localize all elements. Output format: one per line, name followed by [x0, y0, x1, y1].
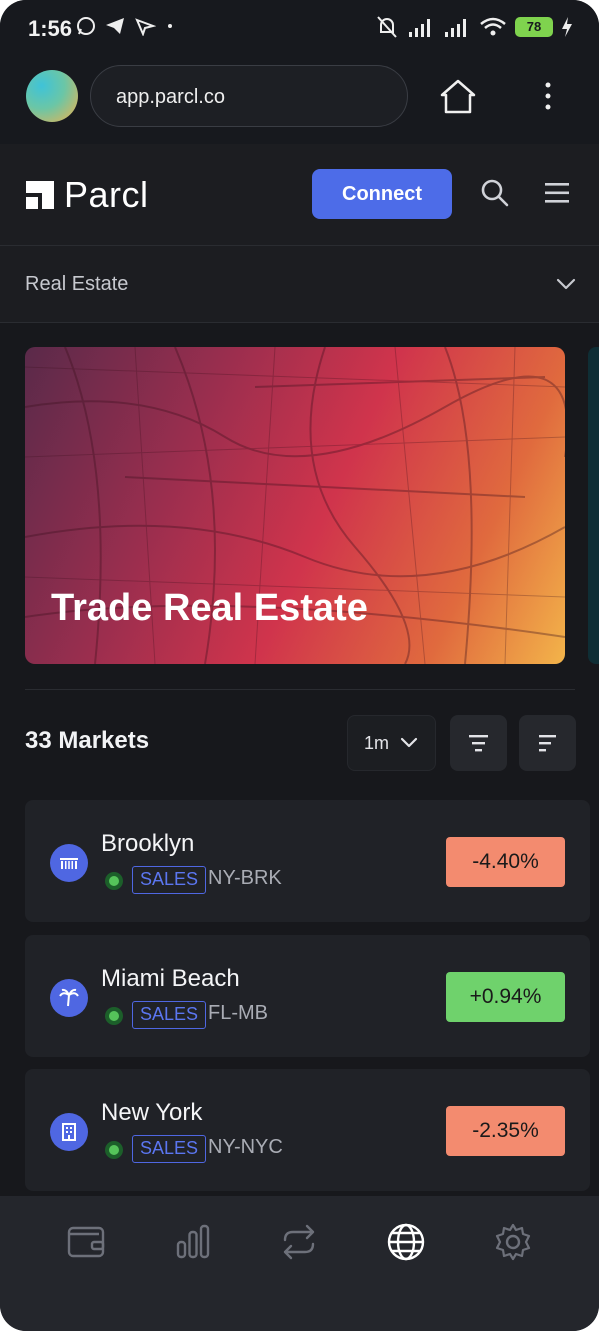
market-code: NY-BRK — [208, 867, 282, 889]
period-label: 1m — [364, 733, 390, 753]
market-type-badge: SALES — [132, 1001, 207, 1029]
url-bar[interactable]: app.parcl.co — [90, 65, 408, 127]
wifi-icon — [480, 17, 506, 36]
status-dot — [105, 1007, 123, 1025]
filter-icon — [469, 735, 488, 752]
market-card[interactable]: Brooklyn SALES NY-BRK -4.40% — [25, 800, 590, 922]
sort-button[interactable] — [519, 715, 576, 771]
mute-icon — [377, 16, 397, 38]
sort-icon — [539, 735, 556, 752]
banner-title: Trade Real Estate — [51, 587, 368, 629]
settings-icon[interactable] — [493, 1222, 533, 1262]
price-change: -4.40% — [446, 837, 565, 887]
market-type-badge: SALES — [132, 1135, 207, 1163]
chevron-down-icon — [556, 278, 576, 290]
hamburger-icon[interactable] — [543, 180, 571, 206]
status-time: 1:56 — [28, 16, 73, 41]
markets-count: 33 Markets — [25, 727, 150, 754]
kebab-icon[interactable] — [536, 80, 560, 112]
logo-text: Parcl — [64, 174, 149, 215]
signal-icon — [409, 19, 430, 37]
status-right-icons: 78 — [375, 14, 573, 40]
connect-button[interactable]: Connect — [312, 169, 452, 219]
swap-icon[interactable] — [279, 1222, 319, 1262]
browser-profile-avatar[interactable] — [26, 70, 78, 122]
market-name: New York — [101, 1099, 203, 1126]
next-banner-peek[interactable] — [588, 347, 599, 664]
status-dot — [105, 872, 123, 890]
price-change: +0.94% — [446, 972, 565, 1022]
period-select[interactable]: 1m — [347, 715, 436, 771]
browser-toolbar: app.parcl.co — [0, 58, 599, 144]
bridge-icon — [50, 844, 88, 882]
dot-icon — [168, 24, 172, 28]
whatsapp-icon — [77, 17, 95, 35]
home-icon[interactable] — [436, 76, 480, 116]
location-off-icon — [135, 18, 156, 36]
search-icon[interactable] — [480, 178, 510, 208]
main-content: Trade Real Estate 33 Markets 1m Brooklyn… — [0, 323, 599, 1196]
url-text: app.parcl.co — [116, 86, 225, 108]
telegram-icon — [106, 18, 124, 34]
wallet-icon[interactable] — [66, 1222, 106, 1262]
status-left-icons — [76, 16, 176, 36]
section-divider — [25, 689, 575, 690]
parcl-logo[interactable]: Parcl — [24, 174, 149, 216]
bottom-navigation — [0, 1196, 599, 1331]
signal-icon — [445, 19, 466, 37]
globe-icon[interactable] — [386, 1222, 426, 1262]
filter-button[interactable] — [450, 715, 507, 771]
category-select[interactable]: Real Estate — [0, 246, 599, 323]
market-card[interactable]: Miami Beach SALES FL-MB +0.94% — [25, 935, 590, 1057]
price-change: -2.35% — [446, 1106, 565, 1156]
building-icon — [50, 1113, 88, 1151]
status-bar: 1:56 78 — [0, 0, 599, 58]
market-type-badge: SALES — [132, 866, 207, 894]
battery-icon: 78 — [515, 17, 553, 37]
chart-bars-icon[interactable] — [173, 1222, 213, 1262]
phone-screen: 1:56 78 app.parcl.co Parcl Connect Real … — [0, 0, 599, 1331]
trade-banner[interactable]: Trade Real Estate — [25, 347, 565, 664]
app-header: Parcl Connect — [0, 144, 599, 246]
charging-icon — [562, 17, 572, 37]
chevron-down-icon — [400, 737, 418, 748]
market-code: FL-MB — [208, 1002, 268, 1024]
market-name: Miami Beach — [101, 965, 240, 992]
parcl-logo-mark — [26, 181, 54, 209]
status-dot — [105, 1141, 123, 1159]
market-code: NY-NYC — [208, 1136, 283, 1158]
palm-tree-icon — [50, 979, 88, 1017]
market-name: Brooklyn — [101, 830, 195, 857]
market-card[interactable]: New York SALES NY-NYC -2.35% — [25, 1069, 590, 1191]
category-label: Real Estate — [25, 273, 129, 295]
